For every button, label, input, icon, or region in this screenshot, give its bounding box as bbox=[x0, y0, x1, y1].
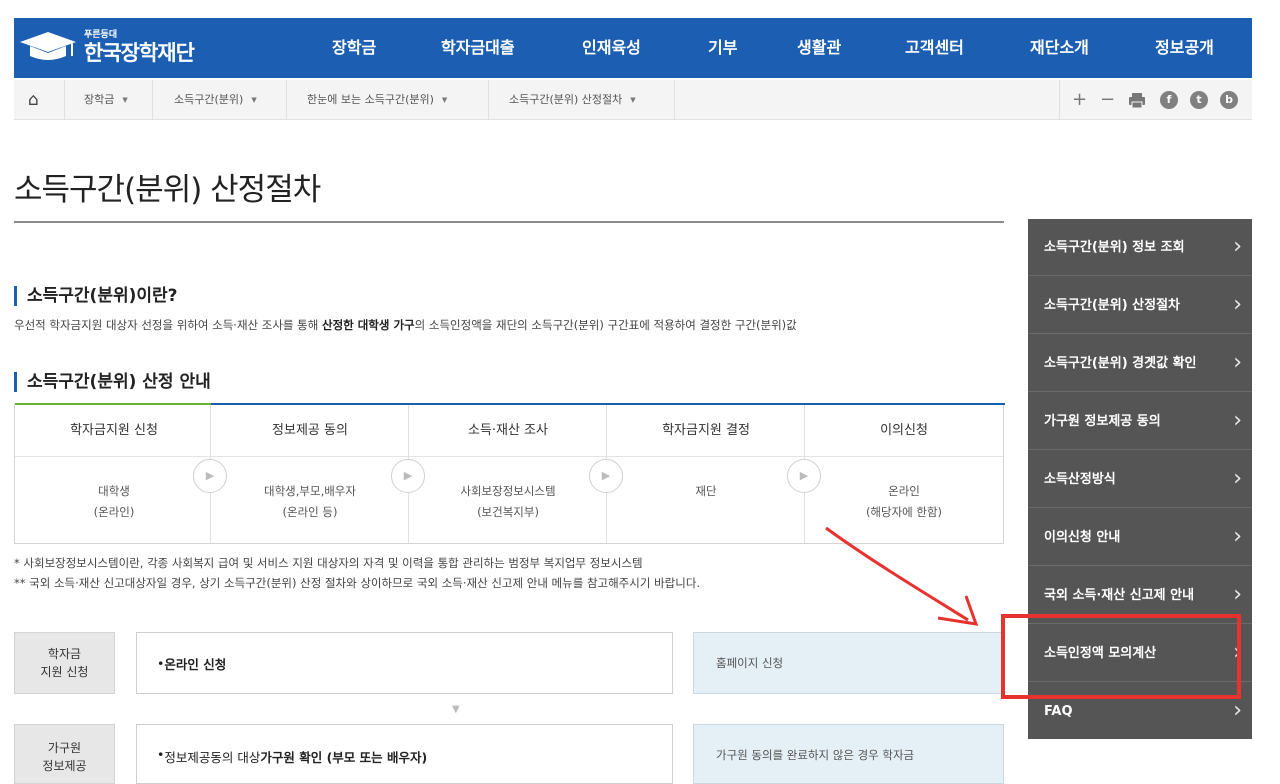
process-step-method: (보건복지부) bbox=[477, 505, 539, 519]
chevron-right-icon: › bbox=[1233, 292, 1242, 317]
zoom-out-icon[interactable]: − bbox=[1100, 80, 1115, 120]
process-step-title: 학자금지원 결정 bbox=[607, 405, 805, 457]
step-label: 가구원 정보제공 bbox=[14, 724, 115, 784]
play-arrow-icon: ▶ bbox=[589, 459, 623, 493]
home-icon[interactable]: ⌂ bbox=[28, 80, 39, 120]
facebook-icon[interactable]: f bbox=[1160, 91, 1178, 109]
play-arrow-icon: ▶ bbox=[193, 459, 227, 493]
section-title-guide: 소득구간(분위) 산정 안내 bbox=[14, 372, 211, 392]
logo-name: 한국장학재단 bbox=[84, 41, 195, 65]
nav-dormitory[interactable]: 생활관 bbox=[797, 18, 841, 78]
process-step-actor: 재단 bbox=[695, 484, 717, 498]
process-step-actor: 사회보장정보시스템 bbox=[460, 484, 556, 498]
side-item-appeal[interactable]: 이의신청 안내 › bbox=[1028, 509, 1252, 566]
chevron-down-icon: ▼ bbox=[630, 96, 636, 104]
print-icon[interactable] bbox=[1128, 80, 1146, 120]
process-step-title: 이의신청 bbox=[805, 405, 1003, 457]
process-step: 정보제공 동의 대학생,부모,배우자 (온라인 등) bbox=[211, 405, 409, 543]
process-step-actor: 대학생 bbox=[98, 484, 130, 498]
step-note: 가구원 동의를 완료하지 않은 경우 학자금 bbox=[693, 724, 1004, 784]
twitter-icon[interactable]: t bbox=[1190, 91, 1208, 109]
nav-customer-center[interactable]: 고객센터 bbox=[905, 18, 964, 78]
process-step: 소득·재산 조사 사회보장정보시스템 (보건복지부) bbox=[409, 405, 607, 543]
chevron-right-icon: › bbox=[1233, 350, 1242, 375]
nav-donation[interactable]: 기부 bbox=[708, 18, 737, 78]
chevron-down-icon: ▼ bbox=[122, 96, 128, 104]
chevron-down-icon: ▼ bbox=[441, 96, 448, 104]
process-step-method: (온라인) bbox=[93, 505, 135, 519]
process-step-actor: 대학생,부모,배우자 bbox=[264, 484, 356, 498]
blog-icon[interactable]: b bbox=[1220, 91, 1238, 109]
breadcrumb-item-income-bracket[interactable]: 소득구간(분위) ▼ bbox=[174, 80, 257, 120]
nav-talent[interactable]: 인재육성 bbox=[582, 18, 641, 78]
breadcrumb-divider bbox=[674, 80, 675, 120]
play-arrow-icon: ▶ bbox=[787, 459, 821, 493]
step-label: 학자금 지원 신청 bbox=[14, 632, 115, 694]
breadcrumb-divider bbox=[64, 80, 65, 120]
step-content: • 정보제공동의 대상 가구원 확인 (부모 또는 배우자) bbox=[136, 724, 673, 784]
title-divider bbox=[14, 221, 1004, 223]
breadcrumb-divider bbox=[488, 80, 489, 120]
definition-text: 우선적 학자금지원 대상자 선정을 위하여 소득·재산 조사를 통해 산정한 대… bbox=[14, 318, 797, 332]
red-arrow-annotation bbox=[825, 526, 979, 626]
chevron-right-icon: › bbox=[1233, 234, 1242, 259]
side-item-consent[interactable]: 가구원 정보제공 동의 › bbox=[1028, 393, 1252, 450]
chevron-right-icon: › bbox=[1233, 466, 1242, 491]
breadcrumb: ⌂ 장학금 ▼ 소득구간(분위) ▼ 한눈에 보는 소득구간(분위) ▼ 소득구간(분… bbox=[14, 80, 1252, 120]
breadcrumb-divider bbox=[286, 80, 287, 120]
process-step: 학자금지원 결정 재단 bbox=[607, 405, 805, 543]
chevron-right-icon: › bbox=[1233, 408, 1242, 433]
graduation-cap-icon bbox=[16, 28, 80, 68]
chevron-right-icon: › bbox=[1233, 524, 1242, 549]
side-item-procedure[interactable]: 소득구간(분위) 산정절차 › bbox=[1028, 277, 1252, 334]
side-item-boundary[interactable]: 소득구간(분위) 경곗값 확인 › bbox=[1028, 335, 1252, 392]
play-arrow-icon: ▶ bbox=[391, 459, 425, 493]
logo-tagline: 푸른등대 bbox=[84, 30, 118, 40]
step-note: 홈페이지 신청 bbox=[693, 632, 1004, 694]
breadcrumb-item-procedure[interactable]: 소득구간(분위) 산정절차 ▼ bbox=[509, 80, 636, 120]
page-title: 소득구간(분위) 산정절차 bbox=[14, 172, 321, 208]
zoom-in-icon[interactable]: + bbox=[1072, 80, 1087, 120]
logo[interactable]: 푸른등대 한국장학재단 bbox=[16, 26, 195, 70]
footnote-1: * 사회보장정보시스템이란, 각종 사회복지 급여 및 서비스 지원 대상자의 … bbox=[14, 556, 643, 570]
breadcrumb-item-overview[interactable]: 한눈에 보는 소득구간(분위) ▼ bbox=[307, 80, 447, 120]
process-step-method: (온라인 등) bbox=[282, 505, 338, 519]
breadcrumb-divider bbox=[1059, 80, 1060, 120]
side-item-method[interactable]: 소득산정방식 › bbox=[1028, 451, 1252, 508]
step-content: • 온라인 신청 bbox=[136, 632, 673, 694]
footnote-2: ** 국외 소득·재산 신고대상자일 경우, 상기 소득구간(분위) 산정 절차… bbox=[14, 576, 701, 590]
nav-about[interactable]: 재단소개 bbox=[1030, 18, 1089, 78]
process-step: 학자금지원 신청 대학생 (온라인) bbox=[15, 405, 213, 543]
highlight-box bbox=[1001, 614, 1241, 699]
process-step-title: 학자금지원 신청 bbox=[15, 405, 213, 457]
nav-scholarship[interactable]: 장학금 bbox=[332, 18, 376, 78]
process-step-title: 정보제공 동의 bbox=[211, 405, 409, 457]
chevron-down-icon: ▼ bbox=[251, 96, 257, 104]
header-bar: 푸른등대 한국장학재단 장학금 학자금대출 인재육성 기부 생활관 고객센터 재… bbox=[14, 18, 1252, 78]
breadcrumb-item-scholarship[interactable]: 장학금 ▼ bbox=[84, 80, 128, 120]
section-title-definition: 소득구간(분위)이란? bbox=[14, 286, 178, 306]
process-step-actor: 온라인 bbox=[888, 484, 920, 498]
side-item-info-lookup[interactable]: 소득구간(분위) 정보 조회 › bbox=[1028, 219, 1252, 276]
nav-student-loan[interactable]: 학자금대출 bbox=[441, 18, 515, 78]
breadcrumb-divider bbox=[152, 80, 153, 120]
down-arrow-icon: ▼ bbox=[452, 704, 460, 715]
nav-disclosure[interactable]: 정보공개 bbox=[1155, 18, 1214, 78]
process-step-title: 소득·재산 조사 bbox=[409, 405, 607, 457]
